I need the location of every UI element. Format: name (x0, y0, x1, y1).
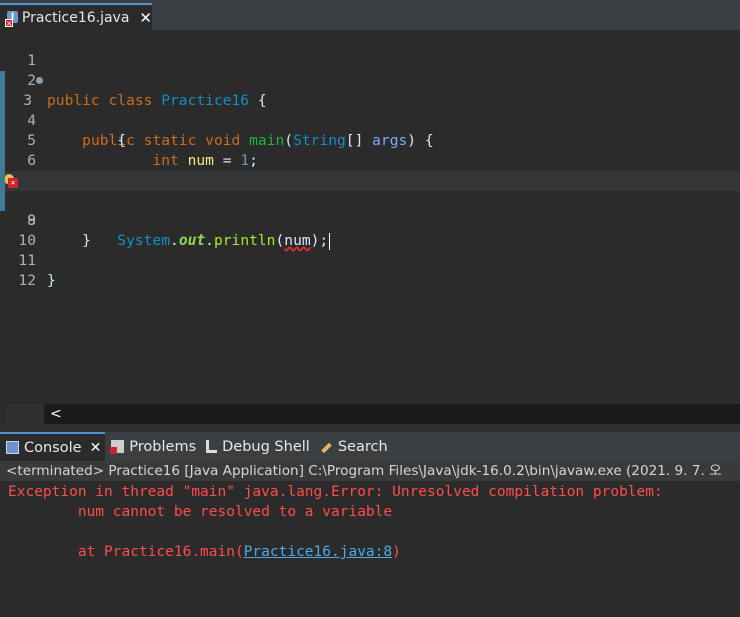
console-error-line: Exception in thread "main" java.lang.Err… (8, 484, 672, 500)
stack-text: ) (392, 544, 401, 560)
tab-problems[interactable]: Problems (105, 432, 200, 461)
console-process-header: <terminated> Practice16 [Java Applicatio… (0, 461, 740, 481)
code-line: 6 } (0, 131, 740, 189)
scope-highlight (0, 71, 5, 211)
tab-search[interactable]: Search (314, 432, 392, 461)
code-line: 2 public class Practice16 { (0, 51, 740, 109)
tab-label: Problems (129, 438, 197, 455)
console-icon (6, 441, 19, 454)
console-panel[interactable]: <terminated> Practice16 [Java Applicatio… (0, 461, 740, 617)
horizontal-scrollbar[interactable]: < (44, 404, 740, 424)
tab-label: Search (337, 438, 388, 455)
stack-trace-link[interactable]: Practice16.java:8 (244, 544, 392, 560)
code-line: 11 } (0, 231, 740, 289)
stack-text: at Practice16.main( (8, 544, 244, 560)
line-number: 12 (18, 272, 36, 289)
search-icon (320, 440, 333, 453)
console-error-line: num cannot be resolved to a variable (8, 504, 393, 520)
editor-tab-practice16[interactable]: J ✕ Practice16.java ✕ (0, 3, 152, 30)
code-line-current: ✕ 8 System.out.println(num); (0, 171, 740, 250)
code-line: 1 (0, 31, 740, 69)
scroll-left-arrow-icon[interactable]: < (50, 404, 62, 424)
code-line: 7 (0, 151, 740, 189)
panel-separator[interactable] (0, 424, 740, 432)
java-file-error-icon: J ✕ (5, 10, 18, 28)
scrollbar-track[interactable] (66, 410, 726, 418)
error-quickfix-icon[interactable]: ✕ (4, 174, 18, 188)
tab-label: Debug Shell (222, 438, 310, 455)
code-line: 4 { (0, 91, 740, 149)
close-icon[interactable]: ✕ (139, 9, 152, 27)
code-line: 5 int num = 1; (0, 111, 740, 169)
tab-debug-shell[interactable]: Debug Shell (200, 432, 314, 461)
code-line: 10 (0, 211, 740, 249)
code-text: } (47, 272, 56, 289)
code-line: 12 (0, 251, 740, 289)
views-tab-bar: Console ✕ Problems Debug Shell Search (0, 432, 740, 461)
debug-shell-icon (206, 440, 218, 453)
tab-console[interactable]: Console ✕ (0, 432, 106, 461)
fold-marker-icon[interactable] (36, 77, 43, 84)
code-line: 3 public static void main(String[] args)… (0, 71, 740, 149)
editor-tab-bar: J ✕ Practice16.java ✕ (0, 0, 740, 30)
console-stack-line: at Practice16.main(Practice16.java:8) (8, 542, 401, 562)
editor-tab-title: Practice16.java (21, 9, 130, 26)
code-line: 9 } (0, 191, 740, 249)
problems-icon (110, 440, 125, 454)
scope-ruler (0, 30, 5, 424)
code-editor[interactable]: 1 2 public class Practice16 { 3 public s… (0, 30, 740, 404)
tab-label: Console (24, 439, 82, 456)
close-icon[interactable]: ✕ (90, 440, 102, 456)
